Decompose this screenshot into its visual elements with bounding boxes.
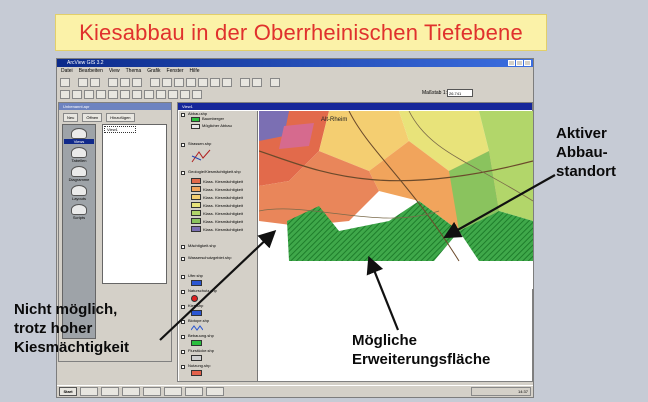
callout-not-possible-line: Nicht möglich, trotz hoher Kiesmächtigkeit	[14, 300, 174, 357]
callout-possible-area: Mögliche Erweiterungsfläche	[352, 331, 532, 369]
callout-text-line: Abbau-	[556, 144, 608, 161]
callout-text-line: standort	[556, 163, 616, 180]
slide: Kiesabbau in der Oberrheinischen Tiefebe…	[0, 0, 648, 402]
callout-text-line: Mögliche	[352, 332, 418, 349]
callout-possible-area-line: Mögliche Erweiterungsfläche	[352, 331, 532, 369]
callout-active-site-line: Aktiver Abbau-standort	[556, 124, 646, 181]
arrow-possible-area	[366, 255, 400, 331]
callout-text-line: Nicht möglich,	[14, 301, 118, 318]
callout-text-line: Erweiterungsfläche	[352, 351, 491, 368]
callout-not-possible: Nicht möglich, trotz hoher Kiesmächtigkeit	[14, 300, 174, 357]
arrow-active-site	[443, 174, 556, 239]
callout-active-site: Aktiver Abbau-standort	[556, 124, 646, 181]
callout-text-line: trotz hoher	[14, 320, 93, 337]
callout-text-line: Kiesmächtigkeit	[14, 339, 130, 356]
arrow-not-possible	[159, 229, 277, 341]
callout-text-line: Aktiver	[556, 125, 607, 142]
